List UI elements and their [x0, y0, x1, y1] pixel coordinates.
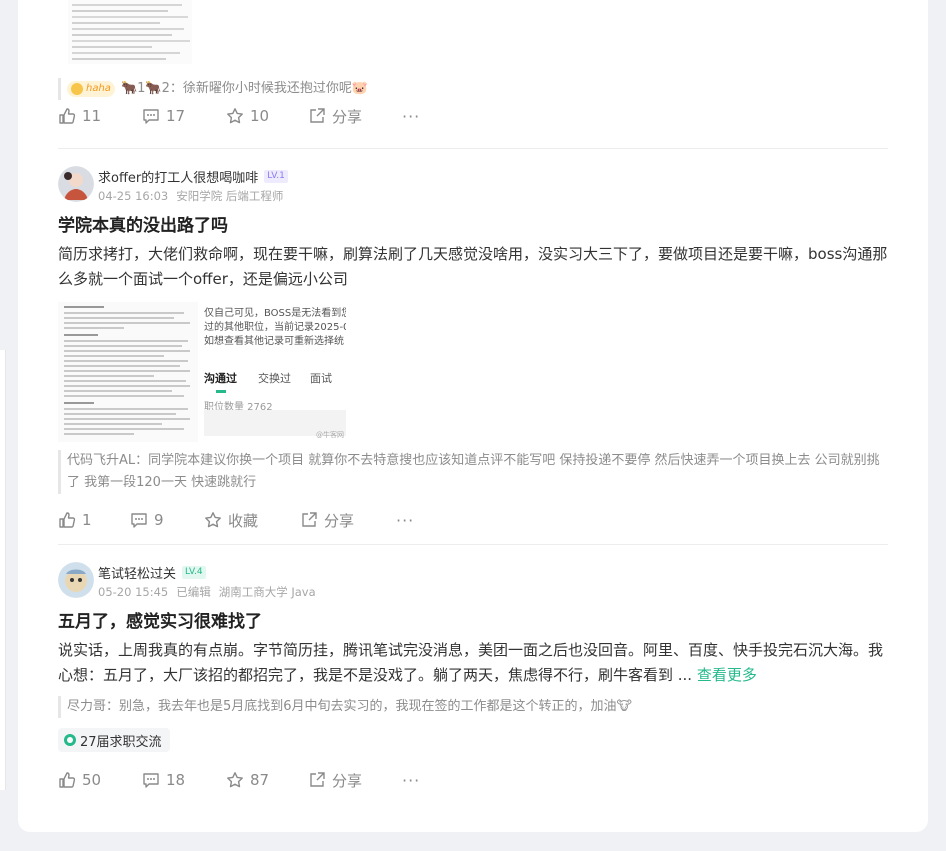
post-body-text: 说实话，上周我真的有点崩。字节简历挂，腾讯笔试完没消息，美团一面之后也没回音。阿…: [58, 641, 884, 684]
like-button[interactable]: 1: [58, 511, 130, 529]
author-school: 湖南工商大学 Java: [218, 585, 316, 599]
comment-text: 🐂1🐂2：徐新曜你小时候我还抱过你呢🐷: [120, 81, 369, 96]
action-bar: 50 18 87 分享 ···: [58, 768, 888, 792]
comment-icon: [143, 109, 159, 124]
image-tab-active: 沟通过: [204, 372, 237, 385]
image-watermark: @牛客网: [316, 431, 344, 439]
like-button[interactable]: 50: [58, 771, 142, 789]
left-panel-edge: [0, 350, 6, 790]
post-meta: 05-20 15:45 已编辑 湖南工商大学 Java: [98, 584, 324, 600]
hot-comment[interactable]: haha 🐂1🐂2：徐新曜你小时候我还抱过你呢🐷: [58, 78, 888, 100]
topic-label: 27届求职交流: [80, 734, 162, 750]
avatar[interactable]: [58, 562, 94, 598]
avatar[interactable]: [58, 166, 94, 202]
post-images: 仅自己可见，BOSS是无法看到您 过的其他职位，当前记录2025-0 如想查看其…: [58, 302, 888, 442]
edited-label: 已编辑: [176, 585, 211, 599]
post-item[interactable]: 笔试轻松过关 LV.4 05-20 15:45 已编辑 湖南工商大学 Java 五月…: [58, 562, 888, 792]
star-button[interactable]: 10: [226, 107, 308, 125]
hot-comment[interactable]: 尽力哥：别急，我去年也是5月底找到6月中旬去实习的，我现在签的工作都是这个转正的…: [58, 696, 888, 718]
share-button[interactable]: 分享: [308, 770, 402, 791]
thumbs-up-icon: [59, 512, 76, 528]
image-text: 如想查看其他记录可重新选择统: [204, 336, 344, 347]
thumbs-up-icon: [59, 108, 76, 124]
post-image[interactable]: [58, 302, 198, 442]
post-time: 05-20 15:45: [98, 585, 169, 599]
author-row: 求offer的打工人很想喝咖啡 LV.1 04-25 16:03 安阳学院 后端工…: [58, 166, 888, 206]
image-tab: 面试: [310, 372, 332, 385]
star-icon: [227, 772, 243, 788]
post-title[interactable]: 五月了，感觉实习很难找了: [58, 610, 888, 634]
post-time: 04-25 16:03: [98, 189, 169, 203]
post-divider: [58, 148, 888, 149]
post-item[interactable]: 求offer的打工人很想喝咖啡 LV.1 04-25 16:03 安阳学院 后端工…: [58, 166, 888, 532]
share-icon: [310, 108, 325, 123]
image-text: 过的其他职位，当前记录2025-0: [204, 322, 346, 333]
post-body[interactable]: 简历求拷打，大佬们救命啊，现在要干嘛，刷算法刷了几天感觉没啥用，没实习大三下了，…: [58, 242, 888, 292]
star-button[interactable]: 87: [226, 771, 308, 789]
star-icon: [227, 108, 243, 124]
more-options-icon[interactable]: ···: [396, 511, 414, 530]
post-title[interactable]: 学院本真的没出路了吗: [58, 214, 888, 238]
comment-icon: [131, 513, 147, 528]
comment-button[interactable]: 9: [130, 511, 204, 529]
author-name[interactable]: 求offer的打工人很想喝咖啡: [98, 167, 258, 186]
comment-icon: [143, 773, 159, 788]
topic-icon: [64, 734, 76, 746]
topic-tag[interactable]: 27届求职交流: [58, 728, 170, 752]
post-meta: 04-25 16:03 安阳学院 后端工程师: [98, 188, 291, 204]
image-text: 仅自己可见，BOSS是无法看到您: [204, 308, 346, 319]
comment-button[interactable]: 17: [142, 107, 226, 125]
smile-icon: [71, 83, 83, 95]
author-name[interactable]: 笔试轻松过关: [98, 563, 176, 582]
more-options-icon[interactable]: ···: [402, 771, 420, 790]
author-row: 笔试轻松过关 LV.4 05-20 15:45 已编辑 湖南工商大学 Java: [58, 562, 888, 602]
action-bar: 1 9 收藏 分享 ···: [58, 508, 888, 532]
more-options-icon[interactable]: ···: [402, 107, 420, 126]
post-body[interactable]: 说实话，上周我真的有点崩。字节简历挂，腾讯笔试完没消息，美团一面之后也没回音。阿…: [58, 638, 888, 688]
share-icon: [310, 772, 325, 787]
share-icon: [302, 512, 317, 527]
like-button[interactable]: 11: [58, 107, 142, 125]
level-badge: LV.4: [182, 565, 206, 579]
favorite-button[interactable]: 收藏: [204, 510, 300, 531]
share-button[interactable]: 分享: [308, 106, 402, 127]
hot-comment[interactable]: 代码飞升AL：同学院本建议你换一个项目 就算你不去特意搜也应该知道点评不能写吧 …: [58, 450, 888, 494]
post-divider: [58, 544, 888, 545]
comment-button[interactable]: 18: [142, 771, 226, 789]
star-icon: [205, 512, 221, 528]
image-tab: 交换过: [258, 372, 291, 385]
post-image[interactable]: 仅自己可见，BOSS是无法看到您 过的其他职位，当前记录2025-0 如想查看其…: [204, 302, 346, 442]
see-more-link[interactable]: 查看更多: [697, 666, 757, 684]
action-bar: 11 17 10 分享 ···: [58, 104, 420, 128]
level-badge: LV.1: [264, 169, 288, 183]
haha-badge: haha: [67, 81, 115, 97]
author-school: 安阳学院 后端工程师: [176, 189, 284, 203]
thumbs-up-icon: [59, 772, 76, 788]
share-button[interactable]: 分享: [300, 510, 396, 531]
post-image[interactable]: [68, 0, 192, 64]
